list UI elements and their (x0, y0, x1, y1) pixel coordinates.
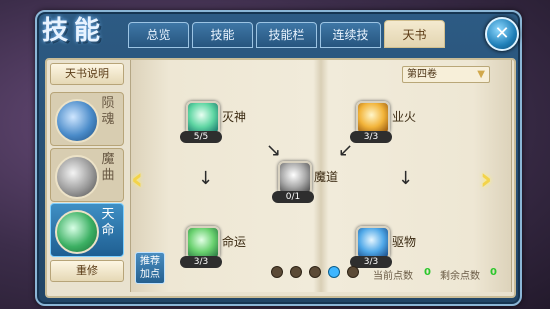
recommend-points-button[interactable]: 推荐加点 (135, 252, 165, 284)
skill-level-count: 3/3 (350, 131, 392, 143)
current-points-label: 当前点数 (373, 271, 413, 282)
skill-name: 驱物 (392, 235, 417, 249)
tab-overview[interactable]: 总览 (128, 22, 189, 48)
close-icon: ✕ (494, 23, 510, 44)
skill-node-quwu[interactable]: 3/3 驱物 (348, 220, 458, 270)
reset-button[interactable]: 重修 (50, 260, 124, 282)
prev-page-button[interactable]: ‹ (127, 165, 147, 195)
current-points-value: 0 (424, 267, 431, 278)
skill-level-count: 3/3 (180, 256, 222, 268)
skill-node-modao[interactable]: 0/1 魔道 (270, 155, 380, 205)
book-item-tianming[interactable]: 天命 (50, 203, 124, 257)
page-dot[interactable] (290, 266, 302, 278)
page-dot[interactable] (309, 266, 321, 278)
yehuo-skill-icon (356, 101, 390, 135)
mieshen-skill-icon (186, 101, 220, 135)
tab-combo[interactable]: 连续技 (320, 22, 381, 48)
volume-select[interactable]: 第四卷 ▼ (402, 66, 490, 83)
tab-skills[interactable]: 技能 (192, 22, 253, 48)
window-title: 技能 (42, 16, 107, 46)
close-button[interactable]: ✕ (485, 17, 519, 51)
skill-name: 命运 (222, 235, 247, 249)
tab-bar: 总览 技能 技能栏 连续技 天书 (128, 20, 445, 48)
next-page-button[interactable]: › (476, 165, 496, 195)
mingyun-skill-icon (186, 226, 220, 260)
book-name: 天命 (101, 207, 115, 238)
yunhun-book-icon (55, 99, 99, 143)
remaining-points-value: 0 (490, 267, 497, 278)
skill-level-count: 5/5 (180, 131, 222, 143)
skill-node-mieshen[interactable]: 5/5 灭神 (178, 95, 288, 145)
volume-select-value: 第四卷 (407, 69, 437, 80)
skill-name: 魔道 (314, 170, 339, 184)
book-info-button[interactable]: 天书说明 (50, 63, 124, 85)
chevron-down-icon: ▼ (477, 69, 485, 80)
quwu-skill-icon (356, 226, 390, 260)
modao-skill-icon (278, 161, 312, 195)
page-dot[interactable] (271, 266, 283, 278)
book-item-moqu[interactable]: 魔曲 (50, 148, 124, 202)
skill-name: 灭神 (222, 110, 247, 124)
remaining-points-label: 剩余点数 (440, 271, 480, 282)
book-item-yunhun[interactable]: 陨魂 (50, 92, 124, 146)
page-dot[interactable] (347, 266, 359, 278)
arrow-down-right-icon: ↘ (266, 140, 282, 161)
tab-tianshu[interactable]: 天书 (384, 20, 445, 48)
tab-skill-bar[interactable]: 技能栏 (256, 22, 317, 48)
book-name: 魔曲 (101, 152, 115, 183)
moqu-book-icon (55, 155, 99, 199)
arrow-down-icon: ↓ (198, 168, 214, 189)
skill-level-count: 0/1 (272, 191, 314, 203)
arrow-down-left-icon: ↙ (338, 140, 354, 161)
skill-name: 业火 (392, 110, 417, 124)
arrow-down-icon: ↓ (398, 168, 414, 189)
tianming-book-icon (55, 210, 99, 254)
page-dot-active[interactable] (328, 266, 340, 278)
skill-node-mingyun[interactable]: 3/3 命运 (178, 220, 288, 270)
skill-node-yehuo[interactable]: 3/3 业火 (348, 95, 458, 145)
book-name: 陨魂 (101, 96, 115, 127)
